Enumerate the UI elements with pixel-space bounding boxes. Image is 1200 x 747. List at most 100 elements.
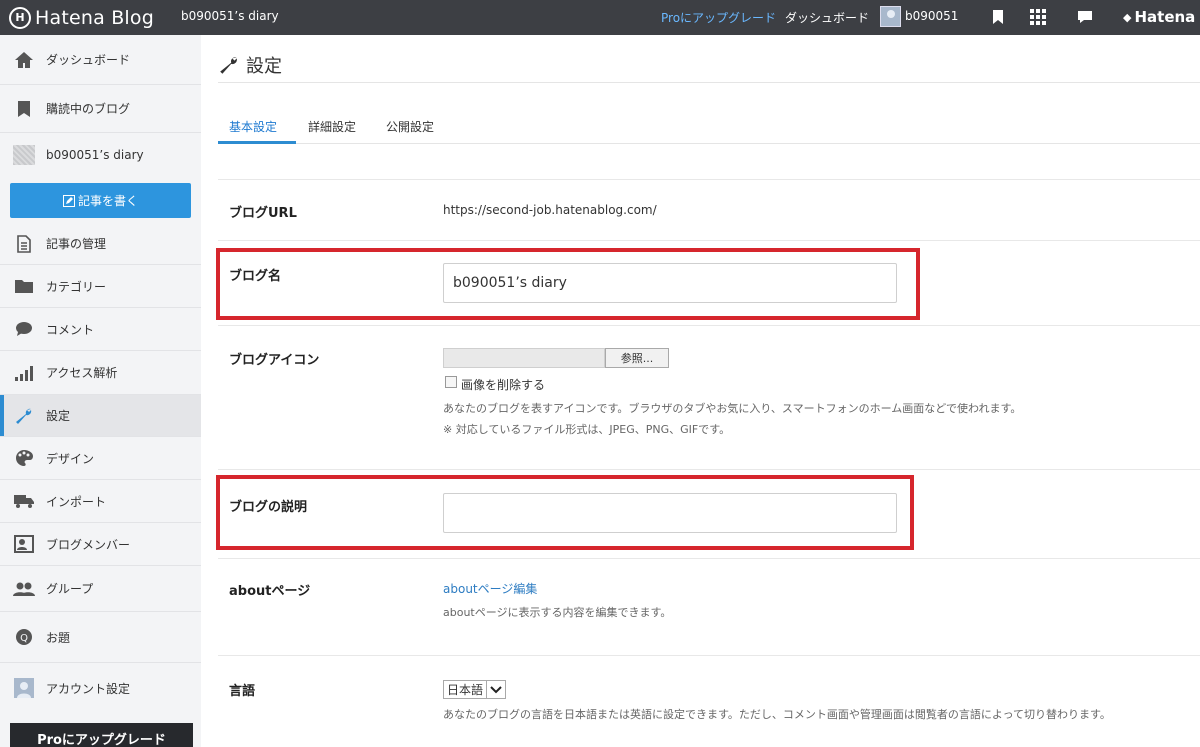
sidebar-item-design[interactable]: デザイン [0,437,201,480]
brand-name: Hatena Blog [35,6,154,29]
username[interactable]: b090051 [905,9,958,23]
delete-image-checkbox[interactable] [445,376,457,388]
divider [218,469,1200,470]
folder-icon [13,276,35,296]
sidebar-item-label: お題 [46,630,71,645]
sidebar-item-label: ブログメンバー [46,537,131,552]
delete-image-label[interactable]: 画像を削除する [461,376,545,393]
comment-icon [13,319,35,339]
sidebar-item-label: ダッシュボード [46,53,131,67]
sidebar-item-account[interactable]: アカウント設定 [0,663,201,713]
file-path-field[interactable] [443,348,605,368]
sidebar-item-comments[interactable]: コメント [0,308,201,351]
blog-url-value: https://second-job.hatenablog.com/ [443,203,657,217]
sidebar-item-import[interactable]: インポート [0,480,201,523]
edit-icon [62,194,75,207]
truck-icon [13,491,35,511]
sidebar-item-label: デザイン [46,451,95,466]
svg-text:Q: Q [20,633,28,644]
divider [218,325,1200,326]
pro-upgrade-link[interactable]: Proにアップグレード [661,9,776,26]
blog-url-label: ブログURL [229,206,297,221]
sidebar-item-label: 購読中のブログ [46,102,131,116]
language-select-value: 日本語 [447,683,484,697]
language-select[interactable]: 日本語 [443,680,507,699]
account-icon [13,678,35,698]
sidebar-item-label: 記事の管理 [46,237,107,251]
sidebar-item-label: カテゴリー [46,279,107,294]
about-page-label: aboutページ [229,584,311,599]
tab-advanced[interactable]: 詳細設定 [308,118,356,135]
blog-name-label: ブログ名 [229,269,282,284]
top-bar: H Hatena Blog b090051’s diary Proにアップグレー… [0,0,1200,35]
divider [218,179,1200,180]
group-icon [13,579,35,599]
main-content: 設定 基本設定 詳細設定 公開設定 ブログURL https://second-… [201,35,1200,747]
page-title: 設定 [246,56,282,77]
wrench-icon [13,406,35,426]
sidebar-item-label: インポート [46,494,107,509]
page-header: 設定 [218,52,282,78]
sidebar-item-label: グループ [46,582,94,596]
hatena-mark-icon: ◆ [1123,10,1132,24]
sidebar-item-categories[interactable]: カテゴリー [0,265,201,308]
bookmark-icon[interactable] [989,8,1007,26]
sidebar: ダッシュボード 購読中のブログ b090051’s diary 記事を書く 記事… [0,35,201,747]
blog-icon-format-note: ※ 対応しているファイル形式は、JPEG、PNG、GIFです。 [443,423,731,436]
sidebar-item-label: コメント [46,322,95,337]
sidebar-item-themes[interactable]: Q お題 [0,612,201,663]
tab-publish[interactable]: 公開設定 [386,118,434,135]
blog-description-label: ブログの説明 [229,500,308,515]
sidebar-item-analytics[interactable]: アクセス解析 [0,351,201,395]
about-page-edit-link[interactable]: aboutページ編集 [443,580,537,597]
divider [218,240,1200,241]
sidebar-item-settings[interactable]: 設定 [0,395,201,437]
theme-icon: Q [13,627,35,647]
sidebar-item-subscriptions[interactable]: 購読中のブログ [0,85,201,133]
active-tab-indicator [218,141,296,144]
blog-thumbnail [13,145,35,165]
write-article-button[interactable]: 記事を書く [10,183,191,218]
avatar[interactable] [880,6,901,27]
sidebar-item-label: アカウント設定 [46,681,131,696]
sidebar-item-dashboard[interactable]: ダッシュボード [0,35,201,85]
pro-upgrade-button[interactable]: Proにアップグレード [10,723,193,747]
hatena-blog-logo-icon: H [9,6,31,29]
language-label: 言語 [229,684,256,699]
write-article-label: 記事を書く [77,194,138,208]
divider [218,558,1200,559]
bars-icon [13,363,35,383]
members-icon [13,534,35,554]
tab-basic[interactable]: 基本設定 [229,118,277,135]
wrench-icon [220,57,237,74]
divider [218,82,1200,83]
tabs-divider [218,143,1200,144]
brand[interactable]: H Hatena Blog [9,5,154,30]
current-blog-title[interactable]: b090051’s diary [181,9,279,23]
sidebar-item-blog[interactable]: b090051’s diary [0,133,201,177]
blog-icon-help: あなたのブログを表すアイコンです。ブラウザのタブやお気に入り、スマートフォンのホ… [443,402,1022,415]
bookmark-icon [13,99,35,119]
dashboard-link[interactable]: ダッシュボード [785,9,869,26]
blog-name-input[interactable]: b090051’s diary [443,263,897,303]
sidebar-item-label: アクセス解析 [46,366,118,380]
hatena-link[interactable]: ◆ Hatena [1123,8,1195,26]
palette-icon [13,448,35,468]
sidebar-item-members[interactable]: ブログメンバー [0,523,201,566]
about-page-help: aboutページに表示する内容を編集できます。 [443,606,672,619]
sidebar-item-label: 設定 [46,409,71,423]
notification-icon[interactable] [1076,8,1094,26]
blog-description-input[interactable] [443,493,897,533]
divider [218,655,1200,656]
language-help: あなたのブログの言語を日本語または英語に設定できます。ただし、コメント画面や管理… [443,708,1111,721]
browse-button[interactable]: 参照... [605,348,669,368]
sidebar-item-label: b090051’s diary [46,148,144,162]
hatena-label: Hatena [1134,8,1196,26]
home-icon [13,50,35,70]
grid-apps-icon[interactable] [1029,8,1047,26]
blog-icon-label: ブログアイコン [229,353,320,368]
document-icon [13,234,35,254]
sidebar-item-articles[interactable]: 記事の管理 [0,223,201,265]
sidebar-item-groups[interactable]: グループ [0,566,201,612]
chevron-down-icon [486,681,505,698]
